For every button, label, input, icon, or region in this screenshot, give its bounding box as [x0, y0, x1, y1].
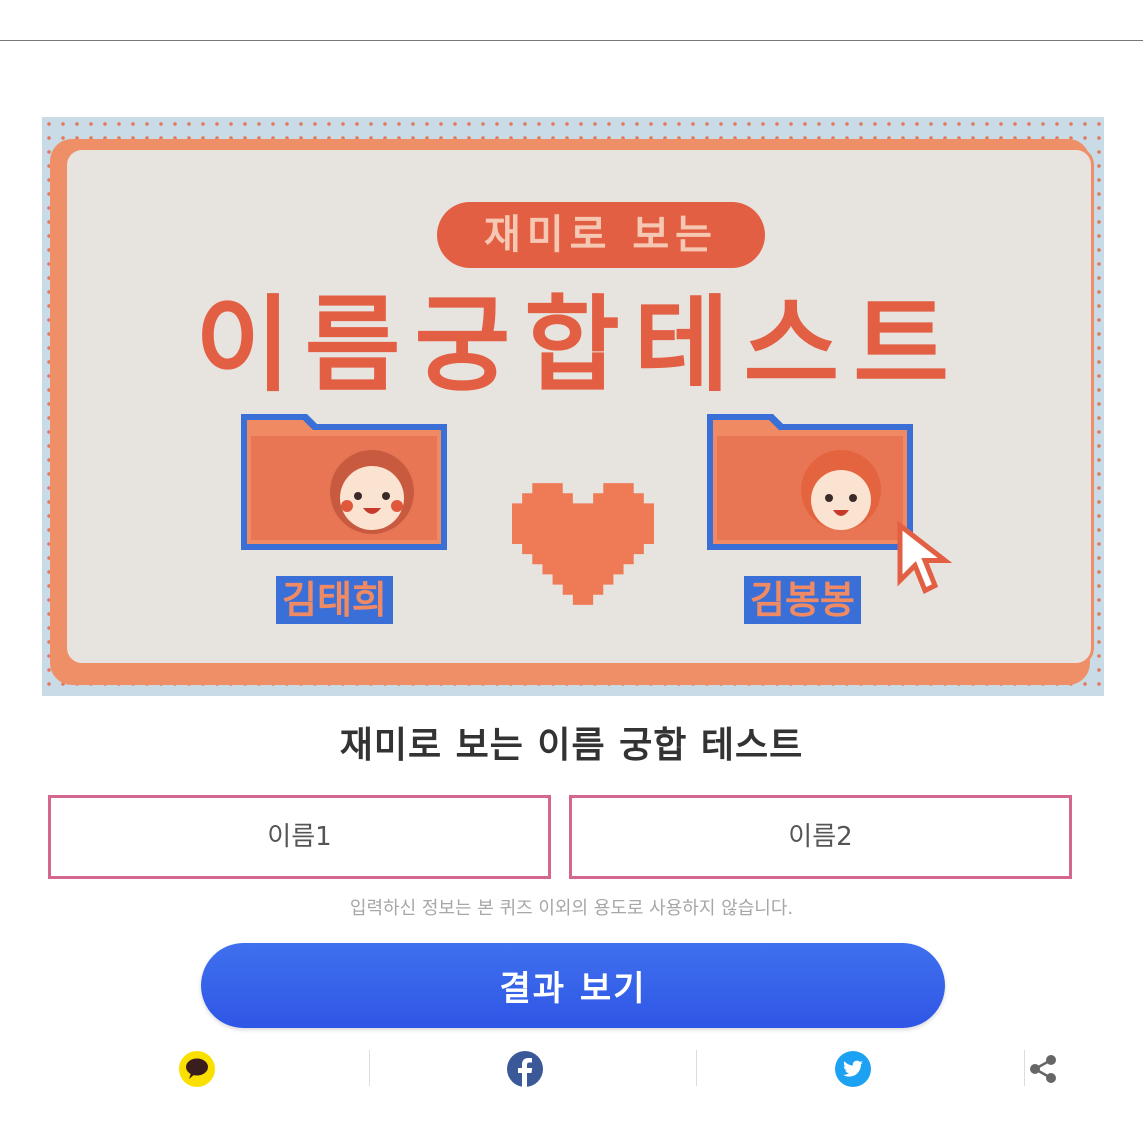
twitter-icon[interactable] — [834, 1050, 872, 1088]
pixel-heart-icon — [512, 483, 654, 605]
hero-banner: 재미로 보는 이름궁합테스트 김태희 김봉봉 — [42, 117, 1104, 696]
kakaotalk-icon[interactable] — [178, 1050, 216, 1088]
folder-boy-illustration — [703, 410, 921, 552]
share-divider — [696, 1050, 697, 1086]
folder-girl-illustration — [237, 410, 455, 552]
privacy-notice: 입력하신 정보는 본 퀴즈 이외의 용도로 사용하지 않습니다. — [349, 898, 794, 919]
name2-input[interactable] — [569, 795, 1072, 879]
share-icon[interactable] — [1026, 1052, 1060, 1086]
facebook-icon[interactable] — [506, 1050, 544, 1088]
cursor-arrow-icon — [897, 520, 953, 594]
banner-subtitle-pill: 재미로 보는 — [437, 202, 765, 268]
name1-input[interactable] — [48, 795, 551, 879]
top-divider — [0, 40, 1143, 41]
banner-card: 재미로 보는 이름궁합테스트 김태희 김봉봉 — [64, 147, 1094, 666]
show-result-button[interactable]: 결과 보기 — [201, 943, 945, 1028]
share-divider — [369, 1050, 370, 1086]
share-divider — [1024, 1050, 1025, 1086]
banner-title: 이름궁합테스트 — [195, 284, 963, 406]
right-name-tag: 김봉봉 — [744, 576, 861, 624]
page-title: 재미로 보는 이름 궁합 테스트 — [339, 725, 804, 766]
left-name-tag: 김태희 — [276, 576, 393, 624]
